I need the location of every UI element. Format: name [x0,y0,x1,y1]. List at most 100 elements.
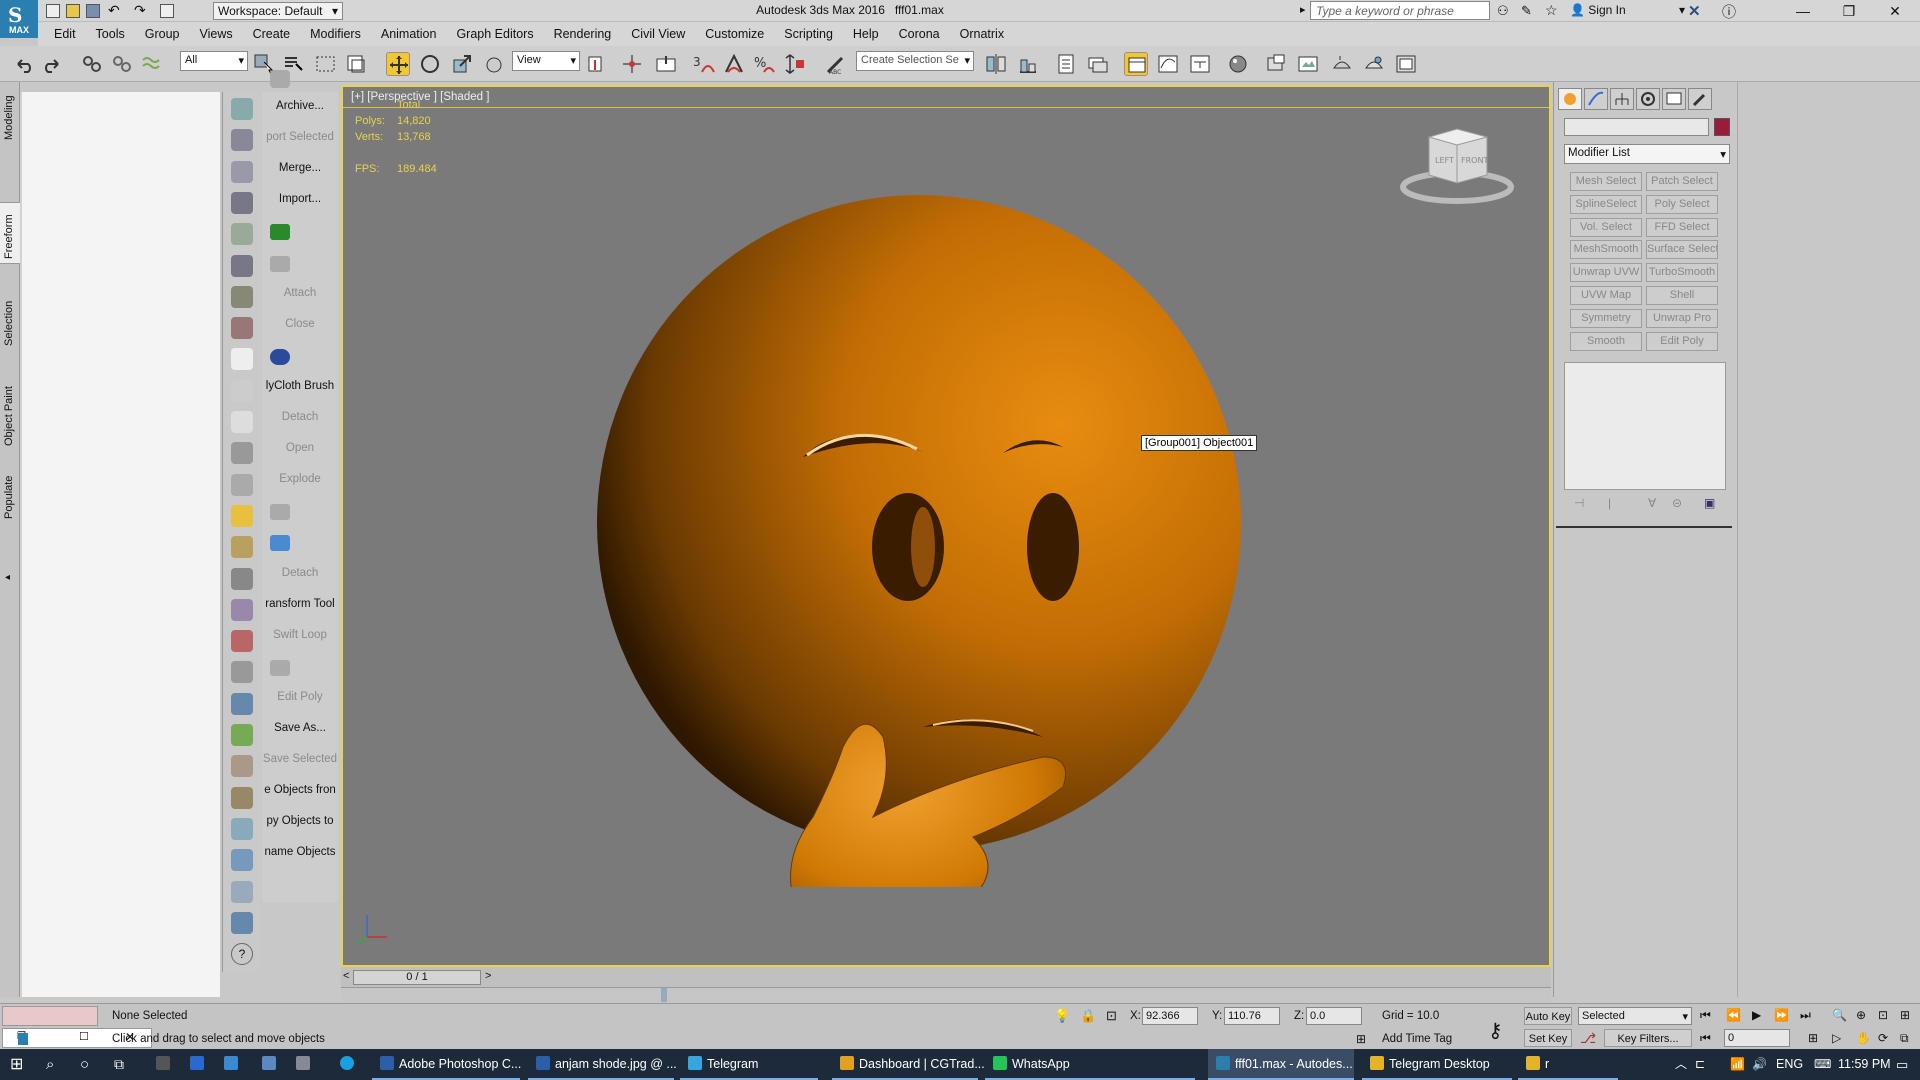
ribbon-cmd-import[interactable]: Import... [262,193,338,205]
subscription-icon[interactable]: ✎ [1521,3,1532,19]
x-coordinate-field[interactable]: 92.366 [1142,1007,1198,1025]
snaps-toggle-icon[interactable]: 3 [692,52,716,76]
modifier-button-unwrap-pro[interactable]: Unwrap Pro [1646,308,1718,328]
perspective-viewport[interactable]: [+] [Perspective ] [Shaded ] Total Polys… [341,85,1551,967]
maximize-viewport-icon[interactable]: ⧉ [1900,1031,1909,1046]
teapot-icon[interactable] [231,98,253,120]
qr-icon[interactable] [270,348,290,365]
help-icon[interactable]: ⓘ [1722,2,1736,22]
workspace-select[interactable]: Workspace: Default ▾ [213,2,343,20]
menu-corona[interactable]: Corona [899,27,940,41]
menu-create[interactable]: Create [253,27,291,41]
track-bar[interactable] [341,987,1551,1003]
minimize-button[interactable]: — [1780,0,1826,22]
select-and-rotate-icon[interactable] [418,52,442,76]
set-key-button[interactable]: Set Key [1524,1029,1572,1047]
object-color-swatch[interactable] [1714,118,1730,136]
search-input[interactable]: Type a keyword or phrase [1310,1,1490,20]
ribbon-cmd-detach[interactable]: Detach [262,567,338,579]
usb-icon[interactable]: ⊏ [1695,1049,1705,1080]
sign-in-button[interactable]: 👤 Sign In ▾ [1570,3,1685,17]
taskbar-app-4[interactable]: Dashboard | CGTrad... [832,1049,985,1080]
expand-ribbon-icon[interactable]: ◂ [5,572,10,583]
scene-explorer-icon[interactable] [1054,52,1078,76]
dots-icon[interactable] [270,535,290,552]
auto-key-button[interactable]: Auto Key [1524,1007,1572,1025]
modify-tab-icon[interactable] [1584,88,1608,110]
fur-icon[interactable] [231,755,253,778]
curve-editor-icon[interactable] [1156,52,1180,76]
camera-icon[interactable] [231,254,253,277]
modifier-button-mesh-select[interactable]: Mesh Select [1570,172,1642,191]
ribbon-cmd-detach[interactable]: Detach [262,411,338,423]
next-frame-arrow-icon[interactable]: > [485,970,491,982]
ball-icon[interactable] [231,817,253,840]
pin-stack-icon[interactable]: ⊣ [1574,496,1584,510]
track-bar-marker[interactable] [661,988,667,1002]
desktop-icon[interactable] [262,1049,281,1080]
modifier-button-patch-select[interactable]: Patch Select [1646,172,1718,191]
grid-icon[interactable] [231,598,253,621]
sphere-icon[interactable] [231,849,253,872]
new-file-icon[interactable] [46,4,60,21]
modifier-button-splineselect[interactable]: SplineSelect [1570,194,1642,214]
save-file-icon[interactable] [86,4,100,21]
ribbon-cmd-swift-loop[interactable]: Swift Loop [262,629,338,641]
modifier-button-ffd-select[interactable]: FFD Select [1646,217,1718,237]
taskbar-app-8[interactable]: r [1518,1049,1618,1080]
z-coordinate-field[interactable]: 0.0 [1306,1007,1362,1025]
modifier-button-unwrap-uvw[interactable]: Unwrap UVW [1570,263,1642,283]
vtab-freeform[interactable]: Freeform [0,202,20,264]
green-rect-icon[interactable] [270,224,290,241]
redo-icon[interactable]: ↷ [134,2,146,19]
key-mode-select[interactable]: Selected ▾ [1578,1007,1692,1025]
time-tag-icon[interactable]: ⊞ [1356,1032,1366,1046]
vtab-object-paint[interactable]: Object Paint [0,382,20,452]
project-folder-icon[interactable] [160,4,174,21]
select-and-link-icon[interactable] [80,52,104,76]
volume-icon[interactable]: 🔊 [1752,1049,1767,1080]
menu-modifiers[interactable]: Modifiers [310,27,361,41]
menu-animation[interactable]: Animation [381,27,437,41]
modifier-button-meshsmooth[interactable]: MeshSmooth [1570,240,1642,260]
angle-snap-icon[interactable] [722,52,746,76]
mirror-icon[interactable] [984,52,1008,76]
clock[interactable]: 11:59 PM [1838,1049,1891,1080]
unlink-icon[interactable] [110,52,134,76]
maximize-button[interactable]: ❐ [1826,0,1872,22]
render-setup-icon[interactable] [1264,52,1288,76]
absolute-mode-icon[interactable]: ⊡ [1106,1008,1117,1024]
go-to-end-icon[interactable]: ⏭ [1800,1008,1811,1023]
modifier-button-uvw-map[interactable]: UVW Map [1570,286,1642,305]
shield-icon[interactable] [270,504,290,521]
cone-icon[interactable] [231,473,253,496]
select-and-move-icon[interactable] [386,52,410,76]
ribbon-cmd-ransform-tool[interactable]: ransform Tool [262,598,338,610]
mail-icon[interactable] [224,1049,243,1080]
taskbar-app-5[interactable]: WhatsApp [985,1049,1195,1080]
ribbon-cmd-open[interactable]: Open [262,442,338,454]
ribbon-cmd-save-selected[interactable]: Save Selected [262,753,338,765]
modifier-button-vol-select[interactable]: Vol. Select [1570,217,1642,237]
render-iterative-icon[interactable] [1362,52,1386,76]
menu-edit[interactable]: Edit [54,27,76,41]
globe-icon[interactable] [231,692,253,715]
cortana-icon[interactable]: ○ [80,1049,89,1080]
schematic-view-icon[interactable] [1188,52,1212,76]
zoom-icon[interactable]: 🔍 [1832,1008,1847,1022]
modifier-stack[interactable] [1564,362,1726,490]
isolate-selection-icon[interactable]: 💡 [1054,1008,1070,1024]
set-key-icon[interactable]: ⎇ [1580,1030,1596,1047]
ribbon-cmd-attach[interactable]: Attach [262,287,338,299]
calculator-icon[interactable] [156,1049,175,1080]
ribbon-cmd-close[interactable]: Close [262,318,338,330]
zoom-extents-all-icon[interactable]: ⊞ [1900,1008,1910,1022]
ribbon-cmd-name-objects[interactable]: name Objects [262,846,338,858]
select-and-scale-icon[interactable] [450,52,474,76]
ribbon-cmd-archive[interactable]: Archive... [262,100,338,112]
cylinder-icon[interactable] [231,442,253,465]
play-icon[interactable]: ▶ [1752,1008,1761,1022]
time-slider[interactable]: 0 / 1 [353,970,481,985]
taskbar-app-1[interactable]: Adobe Photoshop C... [372,1049,521,1080]
taskbar-app-3[interactable]: Telegram [680,1049,818,1080]
